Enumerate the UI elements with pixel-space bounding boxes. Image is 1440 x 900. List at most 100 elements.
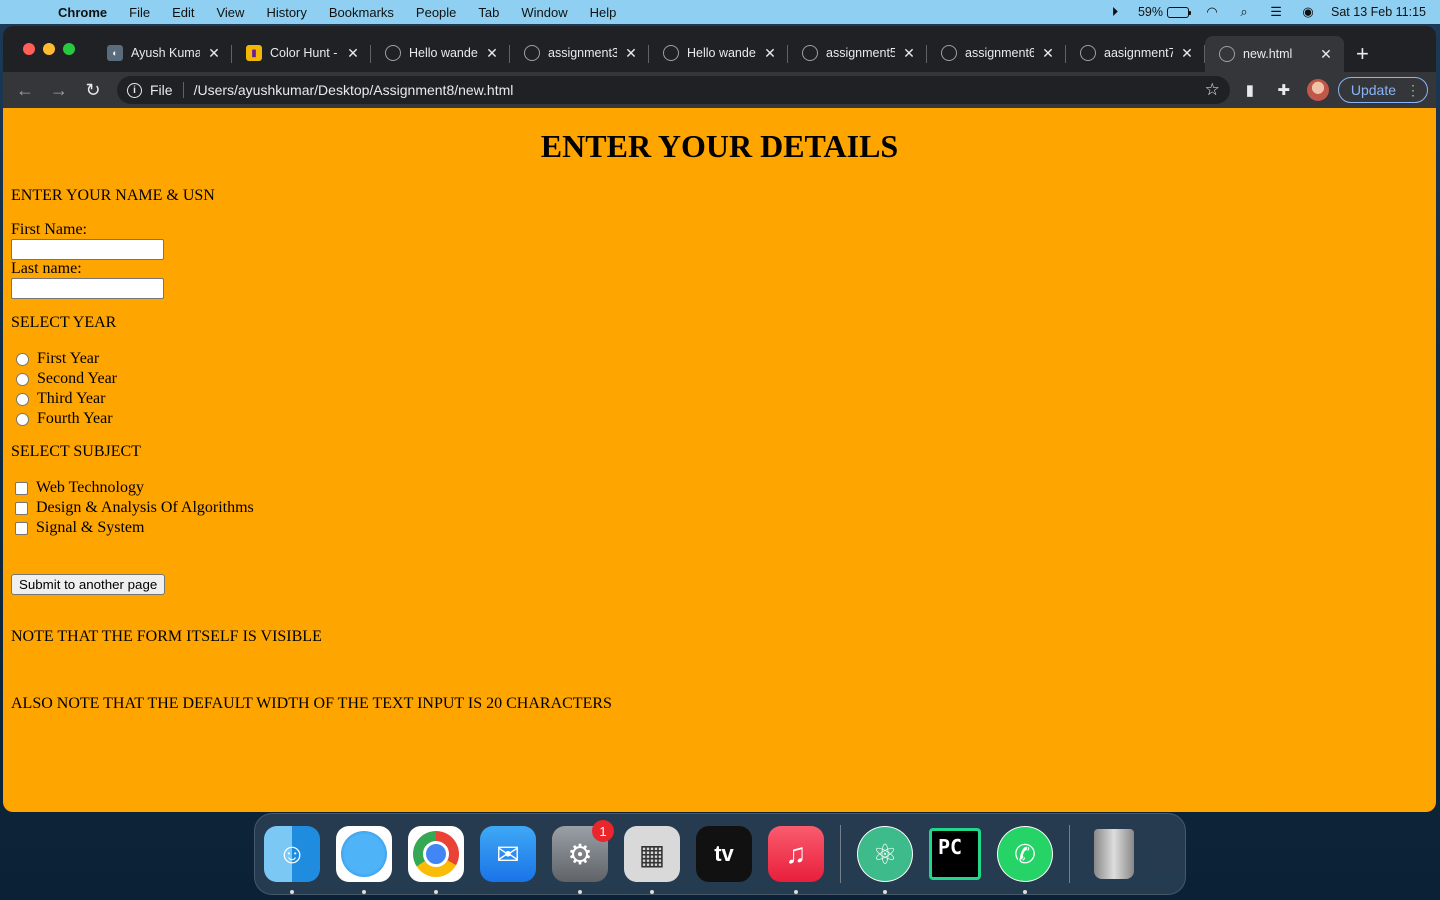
chrome-window: ◐ Ayush Kumar ✕ ▮ Color Hunt - ✕ Hello w… [3,26,1436,812]
menu-window[interactable]: Window [510,5,578,20]
running-indicator [434,890,438,894]
notification-badge: 1 [592,820,614,842]
year-radio[interactable] [16,372,29,386]
tab-assignment5[interactable]: assignment5 ✕ [788,36,927,70]
globe-icon [1080,45,1096,61]
extension-icon[interactable]: ▮ [1236,76,1264,104]
subject-label: Signal & System [36,519,145,536]
note-input-width: ALSO NOTE THAT THE DEFAULT WIDTH OF THE … [11,695,612,712]
subject-checkbox[interactable] [15,501,28,515]
battery-indicator[interactable]: 59% [1138,5,1192,19]
menu-bookmarks[interactable]: Bookmarks [318,5,405,20]
safari-icon[interactable] [336,826,392,894]
pycharm-icon[interactable]: PC [929,828,981,880]
whatsapp-icon[interactable]: ✆ [997,826,1053,894]
tab-new-html[interactable]: new.html ✕ [1205,36,1344,72]
more-menu-icon[interactable]: ⋮ [1406,82,1420,99]
first-name-input[interactable] [11,239,164,260]
tab-close-icon[interactable]: ✕ [1179,45,1195,62]
fullscreen-window-button[interactable] [63,43,75,55]
menu-history[interactable]: History [255,5,317,20]
back-button[interactable]: ← [11,76,39,104]
subject-checkbox[interactable] [15,521,28,535]
tab-hello-wanderer[interactable]: Hello wanderer ✕ [371,36,510,70]
tab-close-icon[interactable]: ✕ [901,45,917,62]
running-indicator [290,890,294,894]
puzzle-extensions-icon[interactable]: ✚ [1270,76,1298,104]
info-icon[interactable]: i [127,82,142,98]
subject-option-daa[interactable]: Design & Analysis Of Algorithms [11,498,1428,518]
year-option-first[interactable]: First Year [11,349,1428,369]
name-section-heading: ENTER YOUR NAME & USN [11,187,215,204]
tab-close-icon[interactable]: ✕ [1318,46,1334,63]
minimize-window-button[interactable] [43,43,55,55]
menu-app-name[interactable]: Chrome [58,5,118,20]
year-radio[interactable] [16,352,29,366]
menu-tab[interactable]: Tab [467,5,510,20]
tab-title: assignment6 [965,46,1034,60]
profile-avatar[interactable] [1304,76,1332,104]
trash-icon[interactable] [1086,826,1142,882]
tab-close-icon[interactable]: ✕ [206,45,222,62]
siri-icon[interactable]: ◉ [1299,3,1317,21]
mail-icon[interactable]: ✉ [480,826,536,882]
menu-people[interactable]: People [405,5,467,20]
menu-file[interactable]: File [118,5,161,20]
play-circle-icon[interactable]: ⏵ [1106,3,1124,21]
tab-strip: ◐ Ayush Kumar ✕ ▮ Color Hunt - ✕ Hello w… [3,26,1436,72]
year-option-second[interactable]: Second Year [11,369,1428,389]
calculator-icon[interactable]: ▦ [624,826,680,894]
menu-help[interactable]: Help [579,5,628,20]
apple-tv-icon[interactable]: tv [696,826,752,882]
atom-icon[interactable]: ⚛ [857,826,913,894]
tab-close-icon[interactable]: ✕ [762,45,778,62]
forward-button[interactable]: → [45,76,73,104]
address-bar[interactable]: i File /Users/ayushkumar/Desktop/Assignm… [117,76,1230,104]
subject-checkbox[interactable] [15,481,28,495]
year-label: Second Year [37,370,117,387]
subject-option-web-technology[interactable]: Web Technology [11,478,1428,498]
system-preferences-icon[interactable]: ⚙ 1 [552,820,614,894]
year-option-fourth[interactable]: Fourth Year [11,409,1428,429]
menu-view[interactable]: View [205,5,255,20]
tab-assignment3[interactable]: assignment3 ✕ [510,36,649,70]
last-name-input[interactable] [11,278,164,299]
tab-title: Hello wanderer [687,46,756,60]
year-radio[interactable] [16,392,29,406]
tab-assignment6[interactable]: assignment6 ✕ [927,36,1066,70]
subject-option-signal-system[interactable]: Signal & System [11,518,1428,538]
tab-close-icon[interactable]: ✕ [484,45,500,62]
year-options: First Year Second Year Third Year Fourth… [11,349,1428,429]
subject-label: Design & Analysis Of Algorithms [36,499,254,516]
close-window-button[interactable] [23,43,35,55]
url-text[interactable]: /Users/ayushkumar/Desktop/Assignment8/ne… [194,82,1205,98]
tab-aasignment7[interactable]: aasignment7 ✕ [1066,36,1205,70]
tab-close-icon[interactable]: ✕ [1040,45,1056,62]
running-indicator [883,890,887,894]
last-name-label: Last name: [11,260,82,277]
control-center-icon[interactable]: ☰ [1267,3,1285,21]
tab-close-icon[interactable]: ✕ [345,45,361,62]
page-title: ENTER YOUR DETAILS [540,128,899,164]
tab-close-icon[interactable]: ✕ [623,45,639,62]
finder-icon[interactable]: ☺ [264,826,320,894]
year-option-third[interactable]: Third Year [11,389,1428,409]
atom-logo: ⚛ [858,827,912,881]
year-radio[interactable] [16,412,29,426]
chrome-icon[interactable] [408,826,464,894]
menu-edit[interactable]: Edit [161,5,205,20]
bookmark-star-icon[interactable]: ☆ [1205,80,1220,100]
tab-color-hunt[interactable]: ▮ Color Hunt - ✕ [232,36,371,70]
reload-button[interactable]: ↻ [79,76,107,104]
update-button[interactable]: Update ⋮ [1337,77,1428,103]
tv-label: tv [714,841,734,866]
tab-hello-wanderer-2[interactable]: Hello wanderer ✕ [649,36,788,70]
dock-separator [840,825,841,883]
new-tab-button[interactable]: + [1344,36,1381,72]
datetime[interactable]: Sat 13 Feb 11:15 [1331,5,1426,19]
music-icon[interactable]: ♫ [768,826,824,894]
submit-button[interactable]: Submit to another page [11,574,166,595]
tab-ayush-kumar[interactable]: ◐ Ayush Kumar ✕ [93,36,232,70]
wifi-icon[interactable]: ◠ [1203,3,1221,21]
search-icon[interactable]: ⌕ [1235,3,1253,21]
